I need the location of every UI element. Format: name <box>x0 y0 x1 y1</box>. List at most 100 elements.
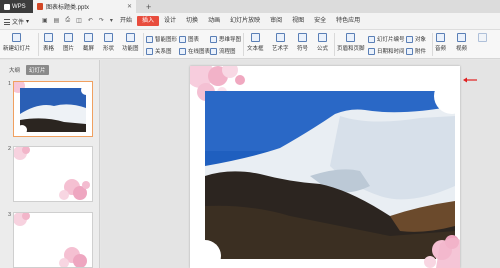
pptx-file-icon <box>37 3 43 10</box>
chart-button[interactable]: 图表 <box>179 35 199 43</box>
feature-chart-button[interactable]: 功能图 <box>122 33 139 52</box>
feature-chart-label: 功能图 <box>122 46 139 52</box>
relation-chart-button[interactable]: 关系图 <box>146 47 172 55</box>
slide-number-label: 幻灯片编号 <box>377 37 405 43</box>
symbol-icon <box>298 33 307 42</box>
date-time-button[interactable]: 日期和时间 <box>368 47 405 55</box>
table-button[interactable]: 表格 <box>43 33 54 52</box>
mountain-photo[interactable] <box>205 91 455 259</box>
smart-graphic-icon <box>146 35 153 43</box>
picture-button[interactable]: 图片 <box>63 33 74 52</box>
mind-map-button[interactable]: 思维导图 <box>210 35 241 43</box>
slide-number-button[interactable]: 幻灯片编号 <box>368 35 405 43</box>
chevron-down-icon[interactable]: ▾ <box>110 17 113 24</box>
smart-graphic-label: 智能图形 <box>155 37 178 43</box>
audio-button[interactable]: 音频 <box>435 33 446 52</box>
formula-label: 公式 <box>317 46 329 52</box>
chart-icon <box>179 35 186 43</box>
object-label: 对象 <box>415 37 427 43</box>
tab-slides[interactable]: 幻灯片 <box>26 65 49 75</box>
shape-button[interactable]: 形状 <box>103 33 114 52</box>
smart-graphic-button[interactable]: 智能图形 <box>146 35 177 43</box>
online-chart-button[interactable]: 在线图表 <box>179 47 210 55</box>
slide-thumbnail-2[interactable] <box>13 146 93 202</box>
insert-ribbon: 新建幻灯片 表格 图片 截屏 形状 功能图 智能图形 关系图 图表 在线图表 思… <box>0 30 500 59</box>
flash-icon <box>478 33 487 42</box>
save-icon[interactable]: ▣ <box>42 17 48 24</box>
date-time-icon <box>368 47 375 55</box>
video-label: 视频 <box>456 46 468 52</box>
slide-number-icon <box>368 35 375 43</box>
screenshot-label: 截屏 <box>83 46 95 52</box>
online-chart-label: 在线图表 <box>188 49 211 55</box>
view-tabs: 大纲 幻灯片 <box>6 65 49 75</box>
textbox-button[interactable]: 文本框 <box>247 33 264 52</box>
slide-thumbnail-1[interactable] <box>13 81 93 137</box>
slide-number-1: 1 <box>8 81 12 87</box>
header-footer-icon <box>346 33 356 42</box>
tab-view[interactable]: 视图 <box>287 16 309 26</box>
header-footer-button[interactable]: 页眉和页脚 <box>337 33 365 52</box>
screenshot-button[interactable]: 截屏 <box>83 33 94 52</box>
formula-button[interactable]: 公式 <box>317 33 328 52</box>
divider <box>432 33 433 56</box>
flow-chart-button[interactable]: 流程图 <box>210 47 236 55</box>
flash-button[interactable] <box>478 33 487 44</box>
tab-review[interactable]: 审阅 <box>265 16 287 26</box>
divider <box>38 33 39 56</box>
object-button[interactable]: 对象 <box>406 35 426 43</box>
picture-label: 图片 <box>63 46 75 52</box>
slide-thumbnail-3-image <box>14 213 92 267</box>
attachment-icon <box>406 47 413 55</box>
flow-chart-label: 流程图 <box>219 49 236 55</box>
textbox-icon <box>250 33 260 42</box>
art-text-label: 艺术字 <box>272 46 289 52</box>
tab-home[interactable]: 开始 <box>115 16 137 26</box>
tab-design[interactable]: 设计 <box>159 16 181 26</box>
table-label: 表格 <box>43 46 55 52</box>
divider <box>334 33 335 56</box>
attachment-button[interactable]: 附件 <box>406 47 426 55</box>
undo-icon[interactable]: ↶ <box>88 17 93 24</box>
video-icon <box>457 33 466 42</box>
slide-thumbnail-3[interactable] <box>13 212 93 268</box>
chart-label: 图表 <box>188 37 200 43</box>
symbol-button[interactable]: 符号 <box>297 33 308 52</box>
art-text-button[interactable]: 艺术字 <box>272 33 289 52</box>
new-slide-icon <box>12 33 22 42</box>
quick-access-toolbar: ▣ ▤ ⎙ ◫ ↶ ↷ ▾ <box>42 17 113 24</box>
table-icon <box>44 33 53 42</box>
file-menu-button[interactable]: 文件 ▾ <box>4 17 29 26</box>
speaker-icon <box>436 33 445 42</box>
tab-outline[interactable]: 大纲 <box>6 65 23 75</box>
tab-animations[interactable]: 动画 <box>203 16 225 26</box>
shape-label: 形状 <box>103 46 115 52</box>
tab-special-apps[interactable]: 特色应用 <box>331 16 365 26</box>
redo-icon[interactable]: ↷ <box>99 17 104 24</box>
open-icon[interactable]: ▤ <box>54 17 60 24</box>
slide-thumbnail-2-image <box>14 147 92 201</box>
document-tab[interactable]: 图表标题类.pptx ✕ <box>33 0 136 13</box>
preview-icon[interactable]: ◫ <box>76 17 82 24</box>
mind-map-label: 思维导图 <box>219 37 242 43</box>
slide-number-2: 2 <box>8 146 12 152</box>
slide-editor[interactable] <box>190 66 460 268</box>
close-tab-icon[interactable]: ✕ <box>127 3 132 10</box>
new-tab-button[interactable]: + <box>146 2 151 12</box>
document-tab-label: 图表标题类.pptx <box>46 5 90 11</box>
object-icon <box>406 35 413 43</box>
tab-insert[interactable]: 插入 <box>137 16 160 26</box>
video-button[interactable]: 视频 <box>456 33 467 52</box>
symbol-label: 符号 <box>297 46 309 52</box>
relation-chart-icon <box>146 47 153 55</box>
tab-transitions[interactable]: 切换 <box>181 16 203 26</box>
tab-security[interactable]: 安全 <box>309 16 331 26</box>
screenshot-icon <box>84 33 93 42</box>
new-slide-label: 新建幻灯片 <box>3 46 31 52</box>
online-chart-icon <box>179 47 186 55</box>
print-icon[interactable]: ⎙ <box>65 17 70 24</box>
new-slide-button[interactable]: 新建幻灯片 <box>3 33 31 52</box>
tab-slideshow[interactable]: 幻灯片放映 <box>225 16 265 26</box>
flow-chart-icon <box>210 47 217 55</box>
wps-home-tab[interactable]: WPS <box>0 0 33 13</box>
